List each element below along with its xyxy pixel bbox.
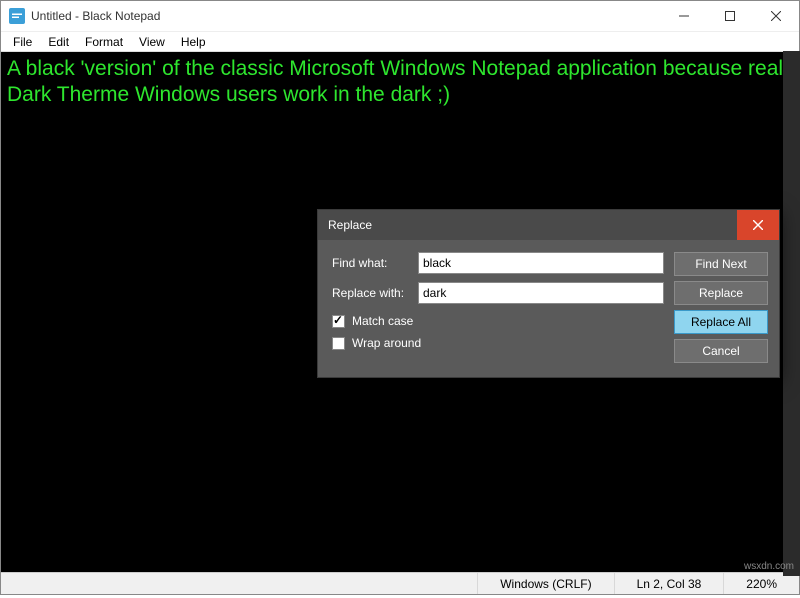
minimize-button[interactable] [661,1,707,31]
app-icon [9,8,25,24]
find-what-input[interactable] [418,252,664,274]
close-button[interactable] [753,1,799,31]
menubar: File Edit Format View Help [1,31,799,52]
close-icon [753,220,763,230]
dialog-title: Replace [328,218,372,232]
find-what-label: Find what: [332,256,418,270]
window-title: Untitled - Black Notepad [31,9,160,23]
status-cursor: Ln 2, Col 38 [614,573,724,594]
menu-help[interactable]: Help [173,33,214,51]
match-case-checkbox[interactable] [332,315,345,328]
maximize-button[interactable] [707,1,753,31]
status-zoom: 220% [723,573,799,594]
dialog-close-button[interactable] [737,210,779,240]
dialog-titlebar[interactable]: Replace [318,210,779,240]
vertical-scrollbar[interactable] [783,51,800,576]
statusbar: Windows (CRLF) Ln 2, Col 38 220% [1,572,799,594]
watermark: wsxdn.com [744,561,794,572]
menu-view[interactable]: View [131,33,173,51]
replace-button[interactable]: Replace [674,281,768,305]
status-encoding: Windows (CRLF) [477,573,613,594]
replace-all-button[interactable]: Replace All [674,310,768,334]
match-case-label: Match case [352,314,413,328]
replace-with-input[interactable] [418,282,664,304]
menu-format[interactable]: Format [77,33,131,51]
wrap-around-label: Wrap around [352,336,421,350]
menu-file[interactable]: File [5,33,40,51]
replace-with-label: Replace with: [332,286,418,300]
menu-edit[interactable]: Edit [40,33,77,51]
wrap-around-checkbox[interactable] [332,337,345,350]
titlebar[interactable]: Untitled - Black Notepad [1,1,799,31]
replace-dialog: Replace Find what: Replace with: Match c… [317,209,780,378]
find-next-button[interactable]: Find Next [674,252,768,276]
cancel-button[interactable]: Cancel [674,339,768,363]
